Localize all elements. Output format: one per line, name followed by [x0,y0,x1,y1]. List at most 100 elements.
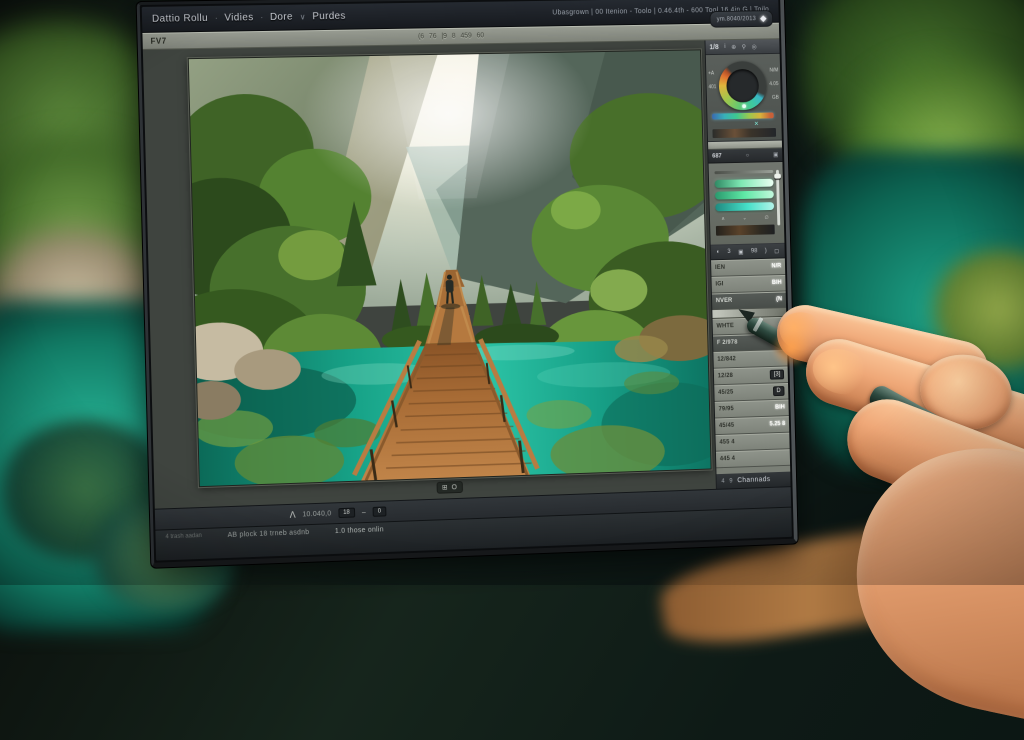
monitor: Dattio Rollu · Vidies · Dore ∨ Purdes Ub… [137,0,798,568]
adjustment-row[interactable]: IGI BIH [711,275,785,294]
adjustment-row[interactable]: NVER (N [712,291,786,310]
panel-header: 1/8 i ⊕ ⚲ ◎ [705,39,779,55]
tick: ⌄ [743,215,747,221]
document-tab-label[interactable]: FV7 [150,36,166,45]
row-value: N/R [771,263,781,269]
row-label: IGI [715,281,723,287]
row-label: 455 4 [719,439,734,445]
row-label: 79/95 [719,406,734,412]
spectrum-strip[interactable] [712,112,774,119]
panel-icon[interactable]: 98 [751,248,757,254]
spectrum-marker: ✕ [754,121,759,128]
landscape-photo [189,50,711,486]
adjustments-panel: 1/8 i ⊕ ⚲ ◎ +A 401 N/M 4.05 GB ✕ [704,39,790,489]
tool-icon[interactable]: 60 [477,32,485,39]
photo-editor-window: Dattio Rollu · Vidies · Dore ∨ Purdes Ub… [142,0,792,561]
row-value-box[interactable]: D [773,386,785,396]
slider-track[interactable] [714,170,773,174]
caret-marker-icon: Λ [289,510,295,520]
palm [832,424,1024,740]
fingertip-glow [770,330,812,366]
canvas-area[interactable]: ⊞ O [143,40,716,508]
row-label: NVER [716,298,733,304]
toolbar-icon-cluster: (6 76 |9 8 459 60 [418,32,484,40]
tool-icon[interactable]: (6 [418,33,424,40]
color-slider-1[interactable] [715,179,774,188]
menu-separator: · [260,13,263,22]
color-slider-3[interactable] [715,202,774,211]
reset-icon[interactable]: ◎ [752,43,757,50]
row-label: 12/28 [718,373,733,379]
menu-item-filters[interactable]: Purdes [312,11,346,22]
gradient-preview [712,128,776,138]
circle-icon: O [452,484,457,491]
footer-far-left-text: 4 trash aadan [165,533,202,540]
tool-icon[interactable]: 76 [429,33,437,40]
picker-icon[interactable]: ⚲ [742,43,746,50]
panel-footer-icon[interactable]: 4 [721,478,724,484]
wheel-label: N/M [769,68,778,74]
layers-icon[interactable]: ▣ [738,248,744,255]
row-label: WHTE [716,323,734,329]
mixer-title: 687 [712,153,722,159]
menu-separator: · [215,14,218,23]
footer-left-text: AB plock 18 trneb asdnb [227,529,309,539]
histogram-thumbnail [716,225,775,236]
row-label: 12/842 [717,356,736,362]
half-circle-icon[interactable]: ◐ [716,249,720,255]
tick: ∅ [764,215,768,221]
color-wheel-knob[interactable] [742,104,746,108]
circle-icon[interactable]: ○ [746,152,750,158]
square-icon[interactable]: ▣ [773,151,779,158]
chevron-down-icon: ∨ [300,12,306,21]
vertical-slider-knob[interactable] [774,174,781,179]
wheel-label: +A [708,71,714,77]
info-icon[interactable]: i [724,44,725,50]
color-wheel[interactable] [718,61,767,111]
row-label: IEN [715,265,725,271]
diamond-icon: ◆ [760,13,767,24]
tool-icon[interactable]: |9 [441,32,447,39]
slider-ticks: ∧ ⌄ ∅ [716,215,775,222]
wheel-label: GB [772,95,779,101]
channels-tab-label[interactable]: Channads [737,476,770,484]
session-pill-text: ym.8040/2013 [717,16,757,22]
wheel-label: 4.05 [769,81,778,87]
vertical-slider[interactable] [776,170,780,226]
row-label: 45/45 [719,423,734,429]
row-label: 45/25 [718,390,733,396]
zoom-value-box[interactable]: 18 [338,508,355,518]
wheel-label: 401 [708,84,716,90]
panel-icon[interactable]: 3 [727,249,730,255]
minus-button[interactable]: − [361,508,366,517]
coordinates-readout: 10.040,0 [302,510,331,518]
target-icon[interactable]: ⊕ [731,43,736,50]
menu-item-file[interactable]: Dattio Rollu [152,13,208,25]
workspace: ⊞ O 1/8 i ⊕ ⚲ ◎ +A 401 N/M 4.05 GB [143,39,791,508]
tool-icon[interactable]: 459 [460,32,471,39]
row-label: 445 4 [720,456,735,462]
color-wheel-section: +A 401 N/M 4.05 GB ✕ [706,54,782,142]
adjustment-rows: IENN/R IGIBIH NVER(N WHTE○ F 2/978 12/84… [711,258,790,474]
tool-icon[interactable]: 8 [452,32,456,39]
panel-icon[interactable]: ) [765,248,767,254]
row-value: (N [776,296,782,302]
photo-canvas[interactable] [188,49,712,487]
row-value-box[interactable]: [3] [770,369,784,379]
menu-item-image[interactable]: Dore [270,12,293,23]
menu-item-view[interactable]: Vidies [224,12,253,23]
row-value: BIH [775,405,785,411]
row-label: F 2/978 [717,340,738,346]
counter-box[interactable]: 0 [373,506,386,516]
row-value: 5.25 8 [769,421,785,427]
row-value: BIH [772,280,782,286]
session-pill[interactable]: ym.8040/2013 ◆ [710,10,773,28]
adjustment-row[interactable]: 445 4 [716,449,790,468]
adjustment-row[interactable]: IEN N/R [711,258,785,277]
grid-icon: ⊞ [442,484,448,492]
zoom-badge[interactable]: ⊞ O [436,481,463,494]
square-icon[interactable]: ◻ [774,247,779,254]
color-slider-2[interactable] [715,190,774,199]
panel-footer-icon[interactable]: 9 [729,478,732,484]
page-indicator: 1/8 [709,44,718,51]
